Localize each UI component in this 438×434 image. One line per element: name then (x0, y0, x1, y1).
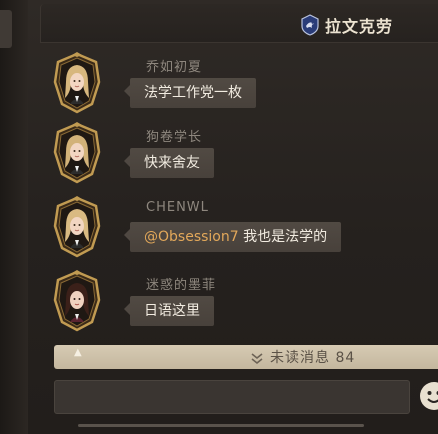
channel-title: 拉文克劳 (299, 13, 393, 37)
left-panel-tab[interactable] (0, 10, 12, 48)
mention-link[interactable]: @Obsession7 (144, 229, 239, 245)
left-panel-edge (0, 0, 28, 434)
unread-count-label: 未读消息 84 (270, 350, 356, 366)
sender-name: 狗卷学长 (146, 130, 203, 145)
chat-message: 狗卷学长 快来舍友 (50, 122, 420, 192)
blonde-girl-avatar[interactable] (52, 196, 102, 258)
message-bubble[interactable]: 快来舍友 (124, 148, 214, 178)
message-bubble[interactable]: @Obsession7 我也是法学的 (123, 222, 342, 252)
message-bubble[interactable]: 日语这里 (124, 296, 214, 326)
chat-message: CHENWL @Obsession7 我也是法学的 (50, 196, 420, 266)
dark-hair-girl-avatar[interactable] (52, 270, 102, 332)
sender-name: 迷惑的墨菲 (146, 278, 217, 293)
message-text: 快来舍友 (144, 155, 200, 171)
raven-crest-icon (301, 14, 319, 36)
chat-header: 拉文克劳 (40, 4, 438, 43)
channel-name: 拉文克劳 (325, 17, 394, 36)
blonde-girl-avatar[interactable] (52, 122, 102, 184)
message-text: 日语这里 (144, 303, 200, 319)
emoji-icon[interactable] (418, 380, 438, 412)
chat-window: 拉文克劳 乔如初夏 法学工作党一枚 狗卷学长 快来舍友 CHENWL @Obse… (0, 0, 438, 434)
message-input[interactable] (54, 380, 410, 414)
message-text: 法学工作党一枚 (144, 85, 242, 101)
home-indicator (78, 424, 364, 427)
collapse-arrow-icon[interactable]: ▲ (74, 347, 82, 358)
chat-message: 迷惑的墨菲 日语这里 (50, 270, 420, 340)
message-text: 我也是法学的 (238, 229, 328, 245)
sender-name: CHENWL (146, 200, 209, 215)
message-bubble[interactable]: 法学工作党一枚 (124, 78, 256, 108)
double-chevron-down-icon (251, 353, 263, 365)
unread-messages-bar[interactable]: ▲ 未读消息 84 (54, 345, 438, 369)
sender-name: 乔如初夏 (146, 60, 203, 75)
blonde-girl-avatar[interactable] (52, 52, 102, 114)
chat-message: 乔如初夏 法学工作党一枚 (50, 52, 420, 122)
